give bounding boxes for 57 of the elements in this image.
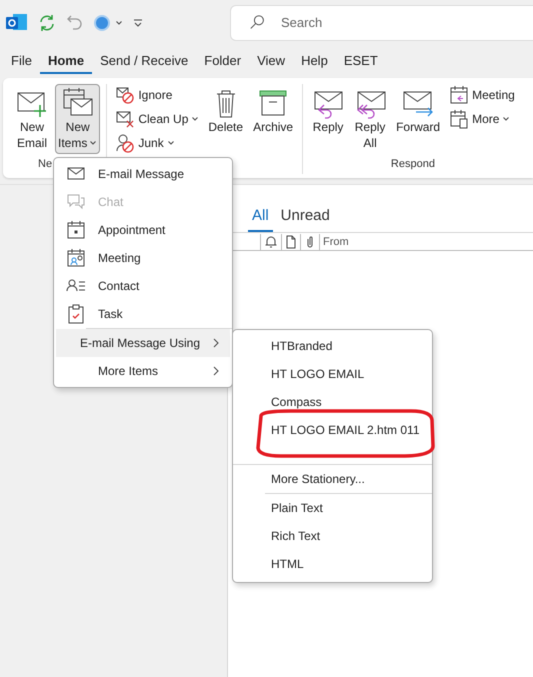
circle-icon[interactable] bbox=[93, 14, 111, 32]
menu-item[interactable]: Plain Text bbox=[235, 494, 430, 522]
ribbon-button[interactable]: Reply bbox=[309, 84, 348, 138]
search-icon bbox=[249, 14, 267, 32]
menu-item[interactable]: Meeting bbox=[56, 244, 230, 272]
ribbon-button[interactable]: Clean Up bbox=[113, 108, 202, 130]
menu-item[interactable]: HTML bbox=[235, 550, 430, 578]
menu-item[interactable]: More Items bbox=[56, 357, 230, 385]
chevron-right-icon bbox=[212, 366, 220, 376]
chat-icon bbox=[66, 192, 86, 212]
ribbon-button[interactable]: Reply All bbox=[351, 84, 390, 154]
ribbon-button[interactable]: Junk bbox=[113, 132, 177, 154]
menu-item[interactable]: HT LOGO EMAIL bbox=[235, 360, 430, 388]
menu-item[interactable]: Contact bbox=[56, 272, 230, 300]
group-label: Respond bbox=[390, 158, 436, 172]
ribbon-button[interactable]: Archive bbox=[250, 84, 296, 138]
ribbon-button[interactable]: New Items bbox=[55, 84, 100, 154]
menu-item[interactable]: Task bbox=[56, 300, 230, 328]
ribbon-tab[interactable]: Send / Receive bbox=[92, 49, 196, 74]
menu-item[interactable]: E-mail Message Using bbox=[56, 329, 230, 357]
search-field[interactable]: Search bbox=[230, 4, 533, 40]
clean-up-icon bbox=[115, 109, 136, 129]
ribbon-button[interactable]: More bbox=[447, 108, 512, 130]
search-input[interactable]: Search bbox=[279, 14, 479, 31]
ignore-icon bbox=[115, 85, 136, 105]
ribbon-button[interactable]: Meeting bbox=[447, 84, 517, 106]
ribbon-tab[interactable]: View bbox=[249, 49, 294, 74]
mail-filter-tab[interactable]: All bbox=[248, 201, 273, 232]
ribbon-button[interactable]: Ignore bbox=[113, 84, 174, 106]
menu-item[interactable]: HT LOGO EMAIL 2.htm 011 bbox=[235, 416, 430, 444]
mail-filter-tab[interactable]: Unread bbox=[276, 201, 334, 232]
menu-item[interactable]: Appointment bbox=[56, 216, 230, 244]
ribbon-tab[interactable]: Help bbox=[293, 49, 336, 74]
group-label: Ne bbox=[37, 158, 54, 172]
bell-icon bbox=[264, 234, 278, 248]
ribbon-tab[interactable]: ESET bbox=[336, 49, 386, 74]
ribbon-tab[interactable]: File bbox=[3, 49, 40, 74]
ribbon-button[interactable]: New Email bbox=[13, 84, 51, 154]
task-icon bbox=[66, 304, 86, 324]
more-icon bbox=[449, 109, 470, 129]
ribbon-button[interactable]: Forward bbox=[393, 84, 444, 138]
menu-item[interactable]: Compass bbox=[235, 388, 430, 416]
menu-item[interactable]: Rich Text bbox=[235, 522, 430, 550]
menu-item[interactable]: More Stationery... bbox=[235, 465, 430, 493]
calendar-icon bbox=[66, 220, 86, 240]
meeting-icon bbox=[449, 85, 470, 105]
ribbon-tab[interactable]: Home bbox=[40, 49, 92, 74]
junk-icon bbox=[115, 133, 136, 153]
meeting-calendar-icon bbox=[66, 248, 86, 268]
ribbon-button[interactable]: Delete bbox=[205, 84, 246, 138]
caret-icon bbox=[115, 18, 123, 26]
document-icon bbox=[285, 234, 297, 248]
column-header[interactable]: From bbox=[319, 234, 352, 250]
menu-item[interactable]: E-mail Message bbox=[56, 160, 230, 188]
chevron-right-icon bbox=[212, 338, 220, 348]
menu-item[interactable]: HTBranded bbox=[235, 332, 430, 360]
ribbon-tab[interactable]: Folder bbox=[196, 49, 250, 74]
